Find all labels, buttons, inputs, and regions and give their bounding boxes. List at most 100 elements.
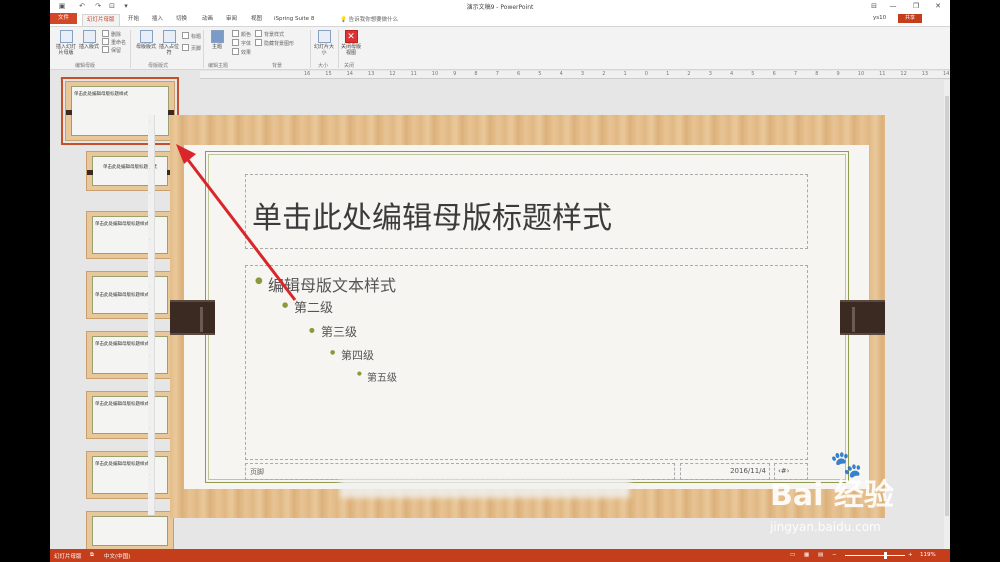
layout-icon	[82, 30, 96, 43]
tab-review[interactable]: 审阅	[222, 14, 241, 26]
background-styles-dropdown[interactable]: 背景样式	[255, 30, 284, 39]
user-name[interactable]: ys10	[873, 15, 886, 21]
ruler-tick: 10	[431, 71, 439, 77]
ruler-tick: ·	[149, 189, 151, 195]
insert-placeholder-label: 插入占位符	[158, 44, 179, 56]
slide-sorter-icon[interactable]: ▦	[804, 552, 809, 558]
tab-transitions[interactable]: 切换	[172, 14, 191, 26]
ruler-tick: 13	[921, 71, 929, 77]
ruler-tick: 8	[815, 71, 819, 77]
ruler-tick: ·	[149, 448, 151, 453]
thumbnail-layout[interactable]: 单击此处编辑母版标题样式	[86, 391, 174, 439]
effects-dropdown[interactable]: 效果	[232, 48, 251, 57]
share-label: 共享	[904, 15, 915, 21]
thumbnail-paper	[92, 516, 168, 546]
close-button[interactable]: ✕	[930, 1, 946, 11]
ruler-tick: 12	[389, 71, 396, 77]
ribbon-display-icon[interactable]: ⊟	[870, 2, 878, 10]
close-master-icon: ✕	[344, 30, 358, 43]
ruler-tick: ·	[149, 330, 151, 336]
zoom-in-icon[interactable]: +	[908, 552, 913, 558]
ruler-tick: ·	[149, 424, 151, 430]
text-level-1: 编辑母版文本样式	[255, 272, 396, 296]
left-clamp	[170, 300, 215, 335]
thumbnail-title: 单击此处编辑母版标题样式	[95, 462, 149, 467]
lightbulb-icon: 💡	[340, 17, 347, 23]
thumbnail-layout[interactable]: 单击此处编辑母版标题样式	[86, 451, 174, 499]
ruler-tick: 11	[879, 71, 886, 77]
group-size-label: 大小	[318, 63, 329, 69]
title-bar: ▣ ↶ ↷ ⊡ ▾ 演示文稿9 - PowerPoint ⊟ — ❐ ✕	[50, 0, 950, 12]
hide-background-graphics-checkbox[interactable]: 隐藏背景图形	[255, 39, 294, 48]
tell-me-search[interactable]: 💡 告诉我你想要做什么	[340, 15, 398, 23]
ribbon: 插入幻灯片母版 插入版式 删除 重命名 保留 编辑母版 母版版式 插入占位符 标…	[50, 26, 950, 70]
footer-checkbox[interactable]: 页脚	[182, 44, 201, 53]
tab-insert[interactable]: 插入	[148, 14, 167, 26]
tab-ispring[interactable]: iSpring Suite 8	[270, 14, 318, 26]
date-placeholder[interactable]: 2016/11/4	[680, 463, 770, 480]
ruler-tick: 1	[623, 71, 627, 77]
tab-slide-master[interactable]: 幻灯片母版	[82, 14, 120, 26]
tab-animations[interactable]: 动画	[198, 14, 217, 26]
ruler-tick: 7	[793, 71, 798, 77]
title-placeholder[interactable]: 单击此处编辑母版标题样式	[245, 174, 808, 249]
ruler-tick: 3	[580, 71, 585, 77]
ruler-tick: 8	[474, 71, 478, 77]
thumbnail-layout[interactable]: 单击此处编辑母版标题样式	[86, 211, 174, 259]
ruler-tick: 10	[857, 71, 865, 77]
minimize-button[interactable]: —	[885, 1, 901, 11]
ribbon-tabs: 文件 幻灯片母版 开始 插入 切换 动画 审阅 视图 iSpring Suite…	[50, 12, 950, 26]
master-layout-icon	[139, 30, 153, 43]
view-name: 幻灯片母版	[54, 554, 82, 560]
thumbnail-layout[interactable]: 单击此处编辑母版标题样式	[86, 331, 174, 379]
thumbnail-title: 单击此处编辑母版标题样式	[74, 92, 128, 97]
tab-file[interactable]: 文件	[50, 13, 78, 24]
reading-view-icon[interactable]: ▤	[818, 552, 823, 558]
zoom-slider-thumb[interactable]	[884, 552, 887, 559]
ruler-tick: ·	[149, 307, 151, 312]
body-placeholder[interactable]: 编辑母版文本样式 第二级 第三级 第四级 第五级	[245, 265, 808, 460]
share-button[interactable]: 共享	[898, 14, 922, 23]
zoom-level[interactable]: 119%	[920, 552, 936, 558]
insert-layout-button[interactable]: 插入版式	[78, 30, 100, 50]
thumbnail-layout[interactable]	[86, 511, 174, 551]
master-layout-button[interactable]: 母版版式	[136, 30, 156, 50]
tab-home[interactable]: 开始	[124, 14, 143, 26]
title-checkbox[interactable]: 标题	[182, 32, 201, 41]
tab-view[interactable]: 视图	[247, 14, 266, 26]
normal-view-icon[interactable]: ▭	[790, 552, 795, 558]
restore-button[interactable]: ❐	[908, 1, 924, 11]
themes-label: 主题	[211, 44, 222, 50]
slide-size-button[interactable]: 幻灯片大小	[314, 30, 334, 56]
ruler-tick: ·	[149, 142, 151, 148]
fonts-dropdown[interactable]: 字体	[232, 39, 251, 48]
zoom-out-icon[interactable]: −	[832, 552, 837, 558]
colors-dropdown[interactable]: 颜色	[232, 30, 251, 39]
group-separator	[130, 30, 131, 68]
ruler-tick: 12	[900, 71, 907, 77]
thumbnail-layout[interactable]: 单击此处编辑母版标题样式	[86, 271, 174, 319]
zoom-slider[interactable]	[845, 555, 905, 556]
language[interactable]: 中文(中国)	[104, 552, 130, 560]
thumbnail-master[interactable]: 单击此处编辑母版标题样式	[61, 77, 179, 145]
ruler-tick: 13	[367, 71, 375, 77]
ruler-tick: 5	[538, 71, 542, 77]
group-master-layout-label: 母版版式	[148, 63, 169, 69]
close-master-view-button[interactable]: ✕ 关闭母版视图	[340, 30, 362, 56]
thumbnail-clamp	[87, 170, 93, 175]
insert-slide-master-button[interactable]: 插入幻灯片母版	[54, 30, 78, 56]
themes-button[interactable]: 主题	[207, 30, 227, 50]
vertical-ruler: · · · · · · · · · · · · · · · · ·	[148, 115, 155, 515]
text-level-4: 第四级	[330, 347, 374, 363]
thumbnail-paper	[92, 156, 168, 186]
spell-check-icon[interactable]: ⧉	[90, 552, 94, 559]
insert-placeholder-button[interactable]: 插入占位符	[158, 30, 180, 56]
horizontal-ruler: 16 15 14 13 12 11 10 9 8 7 6 5 4 3 2 1 0 1 2 3 4 5 6 7 8 9 10 11 12 1…	[200, 71, 950, 79]
ruler-tick: 15	[325, 71, 332, 77]
group-background-label: 背景	[272, 63, 283, 69]
preserve-button[interactable]: 保留	[102, 46, 121, 55]
ruler-tick: ·	[149, 495, 151, 500]
ruler-tick: 0	[644, 71, 648, 77]
thumbnail-title: 单击此处编辑母版标题样式	[95, 342, 149, 347]
thumbnail-layout[interactable]: 单击此处编辑母版标题样式	[86, 151, 174, 191]
